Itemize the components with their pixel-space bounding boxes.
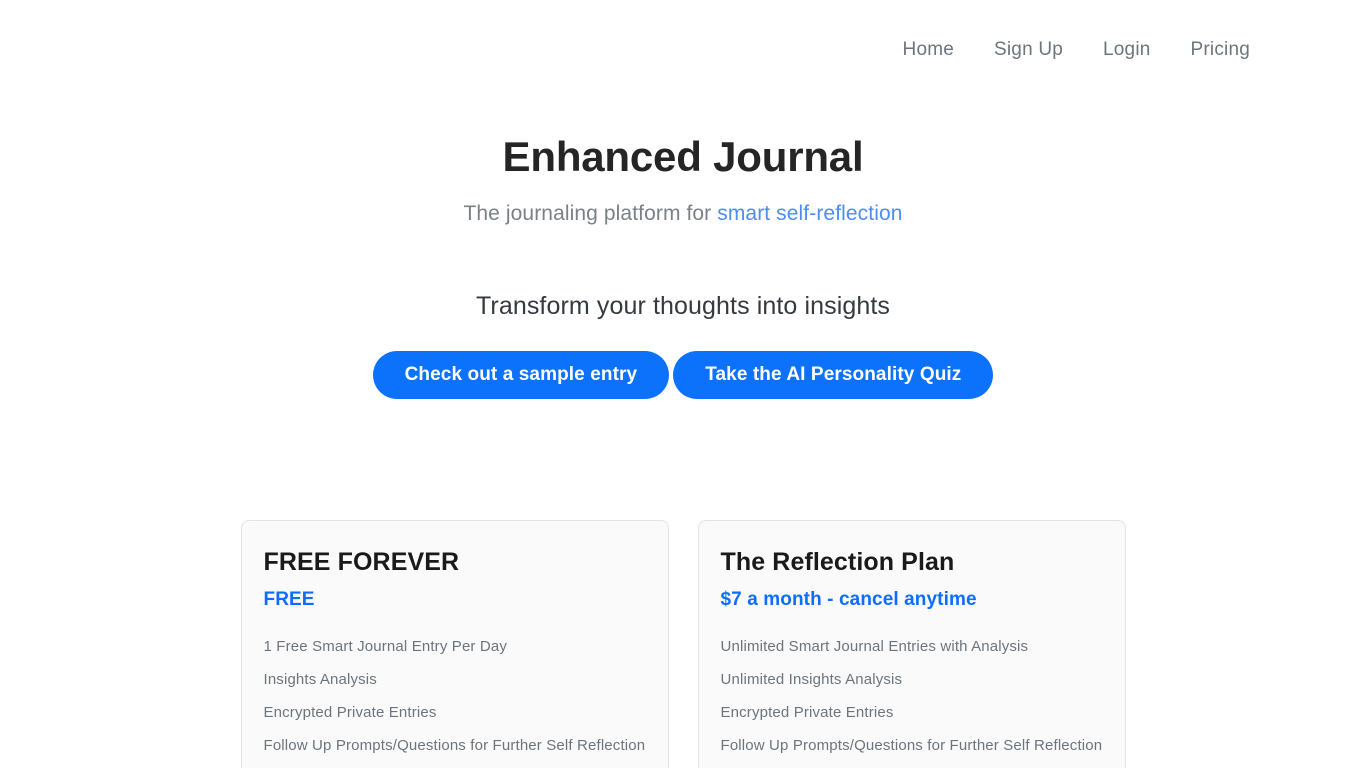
plan-price: $7 a month - cancel anytime (720, 589, 977, 611)
nav-link-signup[interactable]: Sign Up (974, 33, 1083, 67)
list-item: Insights Analysis (263, 671, 377, 689)
plan-name: FREE FOREVER (263, 548, 460, 577)
hero-cta-row: Check out a sample entry Take the AI Per… (0, 351, 1366, 400)
top-navigation-bar: Home Sign Up Login Pricing (0, 0, 1366, 72)
pricing-card-reflection[interactable]: The Reflection Plan $7 a month - cancel … (697, 520, 1126, 768)
hero-subtitle-text: The journaling platform for (463, 202, 718, 226)
plan-feature-list: 1 Free Smart Journal Entry Per Day Insig… (264, 639, 646, 768)
nav-link-login[interactable]: Login (1083, 33, 1171, 67)
nav-link-list: Home Sign Up Login Pricing (883, 33, 1270, 67)
sample-entry-button[interactable]: Check out a sample entry (372, 351, 670, 400)
plan-feature-list: Unlimited Smart Journal Entries with Ana… (721, 639, 1103, 768)
nav-item-wrapper: Home (883, 33, 974, 67)
hero-section: Enhanced Journal The journaling platform… (0, 72, 1366, 400)
nav-item-wrapper: Login (1083, 33, 1171, 67)
pricing-section: FREE FOREVER FREE 1 Free Smart Journal E… (0, 520, 1366, 768)
hero-tagline: Transform your thoughts into insights (475, 292, 891, 321)
list-item: Follow Up Prompts/Questions for Further … (720, 737, 1103, 755)
personality-quiz-button[interactable]: Take the AI Personality Quiz (673, 351, 994, 400)
hero-subtitle-link[interactable]: smart self-reflection (717, 202, 902, 225)
plan-name: The Reflection Plan (720, 548, 955, 577)
list-item: Unlimited Insights Analysis (720, 671, 903, 689)
page-title: Enhanced Journal (502, 133, 864, 180)
plan-price: FREE (263, 589, 315, 611)
list-item: Unlimited Smart Journal Entries with Ana… (720, 638, 1029, 656)
list-item: 1 Free Smart Journal Entry Per Day (263, 638, 508, 656)
pricing-card-free[interactable]: FREE FOREVER FREE 1 Free Smart Journal E… (240, 520, 669, 768)
nav-link-pricing[interactable]: Pricing (1171, 33, 1270, 67)
list-item: Encrypted Private Entries (263, 704, 437, 722)
nav-item-wrapper: Pricing (1171, 33, 1270, 67)
list-item: Encrypted Private Entries (720, 704, 894, 722)
hero-subtitle: The journaling platform for smart self-r… (0, 202, 1366, 226)
list-item: Follow Up Prompts/Questions for Further … (263, 737, 646, 755)
nav-link-home[interactable]: Home (883, 33, 974, 67)
nav-item-wrapper: Sign Up (974, 33, 1083, 67)
